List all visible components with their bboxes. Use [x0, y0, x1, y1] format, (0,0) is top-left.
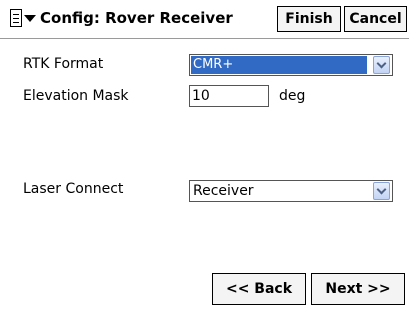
title-bar: Config: Rover Receiver Finish Cancel: [0, 0, 409, 39]
chevron-down-icon[interactable]: [373, 56, 390, 74]
document-menu-button[interactable]: [10, 8, 36, 30]
laser-connect-dropdown[interactable]: Receiver: [189, 180, 393, 202]
next-button[interactable]: Next >>: [311, 273, 405, 305]
elevation-mask-input[interactable]: 10: [189, 85, 269, 107]
back-button[interactable]: << Back: [212, 273, 306, 305]
window-title: Config: Rover Receiver: [40, 9, 233, 27]
dropdown-triangle-icon: [24, 15, 36, 22]
cancel-button[interactable]: Cancel: [344, 6, 407, 32]
elevation-mask-unit: deg: [279, 88, 306, 104]
laser-connect-label: Laser Connect: [23, 181, 124, 197]
document-icon: [10, 9, 22, 27]
elevation-mask-label: Elevation Mask: [23, 88, 129, 104]
chevron-down-icon[interactable]: [373, 182, 390, 200]
laser-connect-value: Receiver: [193, 183, 254, 199]
finish-button[interactable]: Finish: [277, 6, 341, 32]
rtk-format-value: CMR+: [191, 56, 367, 74]
rtk-format-dropdown[interactable]: CMR+: [189, 54, 393, 76]
rtk-format-label: RTK Format: [23, 56, 104, 72]
